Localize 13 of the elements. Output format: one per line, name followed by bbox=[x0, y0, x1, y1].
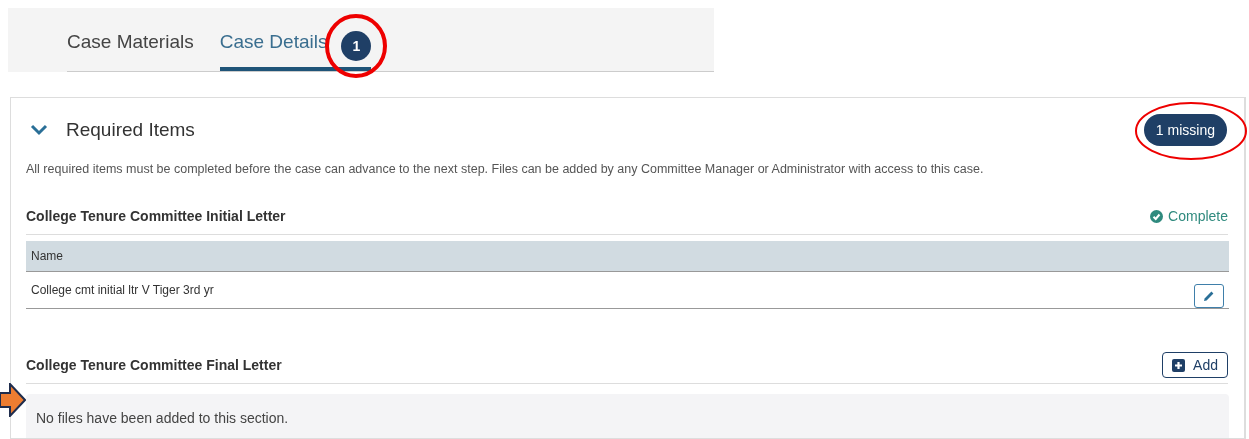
tab[interactable]: Case Details 1 bbox=[219, 30, 372, 71]
tab[interactable]: Case Materials bbox=[67, 30, 194, 71]
empty-message: No files have been added to this section. bbox=[26, 394, 1229, 438]
panel-title: Required Items bbox=[66, 119, 196, 141]
description: All required items must be completed before the case can advance to the next step. Files can be added by any Committee Manager or Administrator with access to this case. bbox=[26, 162, 985, 176]
section-title: College Tenure Committee Final Letter bbox=[26, 357, 282, 373]
status-label: Complete bbox=[1150, 208, 1228, 224]
missing-badge: 1 missing bbox=[1143, 114, 1227, 146]
section-title: College Tenure Committee Initial Letter bbox=[26, 208, 286, 224]
add-button[interactable]: Add bbox=[1162, 352, 1228, 378]
column-header: Name bbox=[26, 241, 1229, 272]
table-cell: College cmt initial ltr V Tiger 3rd yr bbox=[31, 283, 214, 297]
count-badge: 1 bbox=[341, 31, 372, 61]
